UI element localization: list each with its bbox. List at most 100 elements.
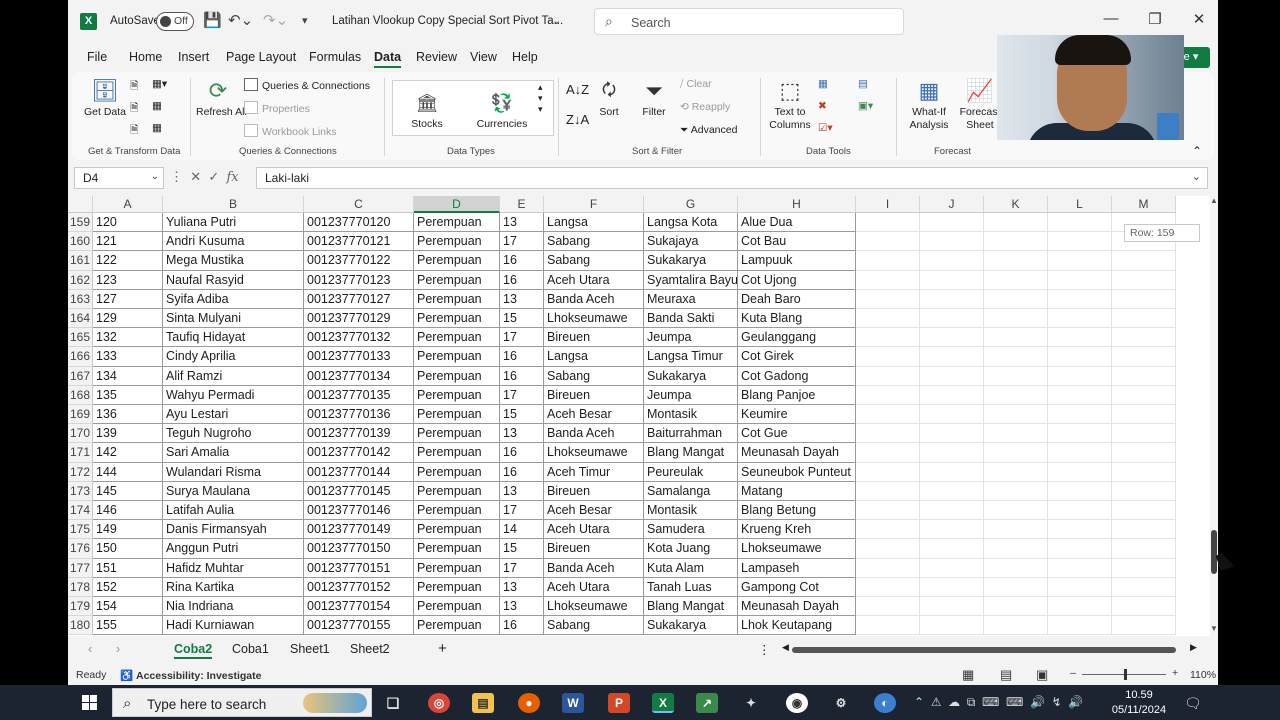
cell-c[interactable]: 001237770132	[304, 328, 414, 348]
from-table-icon[interactable]: 🗎	[130, 122, 138, 140]
cell-b[interactable]: Surya Maulana	[163, 481, 304, 501]
cell-f[interactable]: Lhokseumawe	[544, 597, 644, 617]
cell-b[interactable]: Anggun Putri	[163, 539, 304, 559]
cell-f[interactable]: Aceh Besar	[544, 501, 644, 521]
cell-c[interactable]: 001237770154	[304, 597, 414, 617]
cell-d[interactable]: Perempuan	[414, 558, 500, 578]
cell-b[interactable]: Ayu Lestari	[163, 405, 304, 425]
cell-e[interactable]: 16	[500, 251, 544, 271]
cell-e[interactable]: 13	[500, 481, 544, 501]
cell-h[interactable]: Cot Gue	[738, 424, 856, 444]
empty-cell[interactable]	[856, 328, 920, 348]
tab-file[interactable]: File	[87, 50, 107, 64]
sort-button[interactable]: 🗘 Sort	[592, 76, 626, 119]
empty-cell[interactable]	[984, 366, 1048, 386]
cell-b[interactable]: Sari Amalia	[163, 443, 304, 463]
empty-cell[interactable]	[1112, 405, 1176, 425]
cell-c[interactable]: 001237770122	[304, 251, 414, 271]
cell-c[interactable]: 001237770129	[304, 309, 414, 329]
empty-cell[interactable]	[1112, 616, 1176, 636]
app-icon-chart[interactable]: ↗	[696, 693, 718, 713]
data-validation-icon[interactable]: ☑▾	[818, 122, 833, 134]
next-sheet-icon[interactable]: ›	[116, 642, 120, 656]
column-header[interactable]: D	[414, 196, 500, 213]
cell-f[interactable]: Sabang	[544, 232, 644, 252]
formula-input[interactable]: Laki-laki ⌄	[256, 167, 1208, 189]
empty-cell[interactable]	[984, 424, 1048, 444]
cell-a[interactable]: 146	[93, 501, 163, 521]
empty-cell[interactable]	[1112, 270, 1176, 290]
empty-cell[interactable]	[920, 577, 984, 597]
collapse-ribbon-icon[interactable]: ⌃	[1192, 144, 1202, 158]
row-header[interactable]: 174	[68, 501, 93, 521]
cell-g[interactable]: Kuta Alam	[644, 558, 738, 578]
existing-connections-icon[interactable]: ▦	[152, 100, 162, 112]
empty-cell[interactable]	[984, 405, 1048, 425]
cell-e[interactable]: 16	[500, 270, 544, 290]
cell-g[interactable]: Jeumpa	[644, 328, 738, 348]
empty-cell[interactable]	[1048, 597, 1112, 617]
empty-cell[interactable]	[984, 577, 1048, 597]
empty-cell[interactable]	[984, 347, 1048, 367]
cell-b[interactable]: Wulandari Risma	[163, 462, 304, 482]
cell-h[interactable]: Lhok Keutapang	[738, 616, 856, 636]
empty-cell[interactable]	[984, 385, 1048, 405]
tab-data[interactable]: Data	[374, 50, 402, 68]
cell-h[interactable]: Lampuuk	[738, 251, 856, 271]
currencies-button[interactable]: 💱 Currencies	[472, 88, 532, 131]
cell-c[interactable]: 001237770145	[304, 481, 414, 501]
get-data-button[interactable]: 🗄 Get Data	[84, 76, 126, 119]
cell-e[interactable]: 16	[500, 443, 544, 463]
cell-a[interactable]: 151	[93, 558, 163, 578]
cell-f[interactable]: Bireuen	[544, 385, 644, 405]
empty-cell[interactable]	[856, 366, 920, 386]
empty-cell[interactable]	[1048, 251, 1112, 271]
empty-cell[interactable]	[920, 616, 984, 636]
empty-cell[interactable]	[984, 501, 1048, 521]
cell-h[interactable]: Seuneubok Punteut	[738, 462, 856, 482]
empty-cell[interactable]	[1112, 443, 1176, 463]
cell-a[interactable]: 134	[93, 366, 163, 386]
empty-cell[interactable]	[1112, 481, 1176, 501]
cell-c[interactable]: 001237770136	[304, 405, 414, 425]
zoom-out-icon[interactable]: –	[1070, 667, 1076, 679]
restore-button[interactable]: ❐	[1140, 10, 1170, 28]
queries-connections-button[interactable]: Queries & Connections	[244, 78, 370, 92]
row-header[interactable]: 167	[68, 366, 93, 386]
empty-cell[interactable]	[920, 520, 984, 540]
cell-a[interactable]: 129	[93, 309, 163, 329]
cell-h[interactable]: Gampong Cot	[738, 577, 856, 597]
empty-cell[interactable]	[856, 462, 920, 482]
cell-a[interactable]: 149	[93, 520, 163, 540]
empty-cell[interactable]	[984, 309, 1048, 329]
empty-cell[interactable]	[920, 328, 984, 348]
cell-d[interactable]: Perempuan	[414, 405, 500, 425]
tab-formulas[interactable]: Formulas	[309, 50, 361, 64]
empty-cell[interactable]	[920, 347, 984, 367]
empty-cell[interactable]	[920, 385, 984, 405]
cell-d[interactable]: Perempuan	[414, 213, 500, 233]
autosave-toggle[interactable]: Off	[156, 12, 194, 31]
cell-e[interactable]: 13	[500, 213, 544, 233]
minimize-button[interactable]: —	[1096, 10, 1126, 27]
text-to-columns-button[interactable]: ⬚ Text to Columns	[768, 76, 812, 132]
column-header[interactable]: F	[544, 196, 644, 213]
cell-g[interactable]: Syamtalira Bayu	[644, 270, 738, 290]
cell-e[interactable]: 15	[500, 405, 544, 425]
cell-a[interactable]: 120	[93, 213, 163, 233]
undo-icon[interactable]: ↶⌄	[228, 12, 253, 30]
properties-button[interactable]: Properties	[244, 101, 310, 115]
empty-cell[interactable]	[1048, 347, 1112, 367]
row-header[interactable]: 166	[68, 347, 93, 367]
empty-cell[interactable]	[1112, 328, 1176, 348]
save-icon[interactable]: 💾	[203, 12, 222, 30]
cell-b[interactable]: Mega Mustika	[163, 251, 304, 271]
cell-h[interactable]: Kuta Blang	[738, 309, 856, 329]
cell-e[interactable]: 16	[500, 347, 544, 367]
cell-c[interactable]: 001237770134	[304, 366, 414, 386]
empty-cell[interactable]	[856, 539, 920, 559]
row-header[interactable]: 175	[68, 520, 93, 540]
prev-sheet-icon[interactable]: ‹	[88, 642, 92, 656]
cell-a[interactable]: 135	[93, 385, 163, 405]
cell-b[interactable]: Alif Ramzi	[163, 366, 304, 386]
